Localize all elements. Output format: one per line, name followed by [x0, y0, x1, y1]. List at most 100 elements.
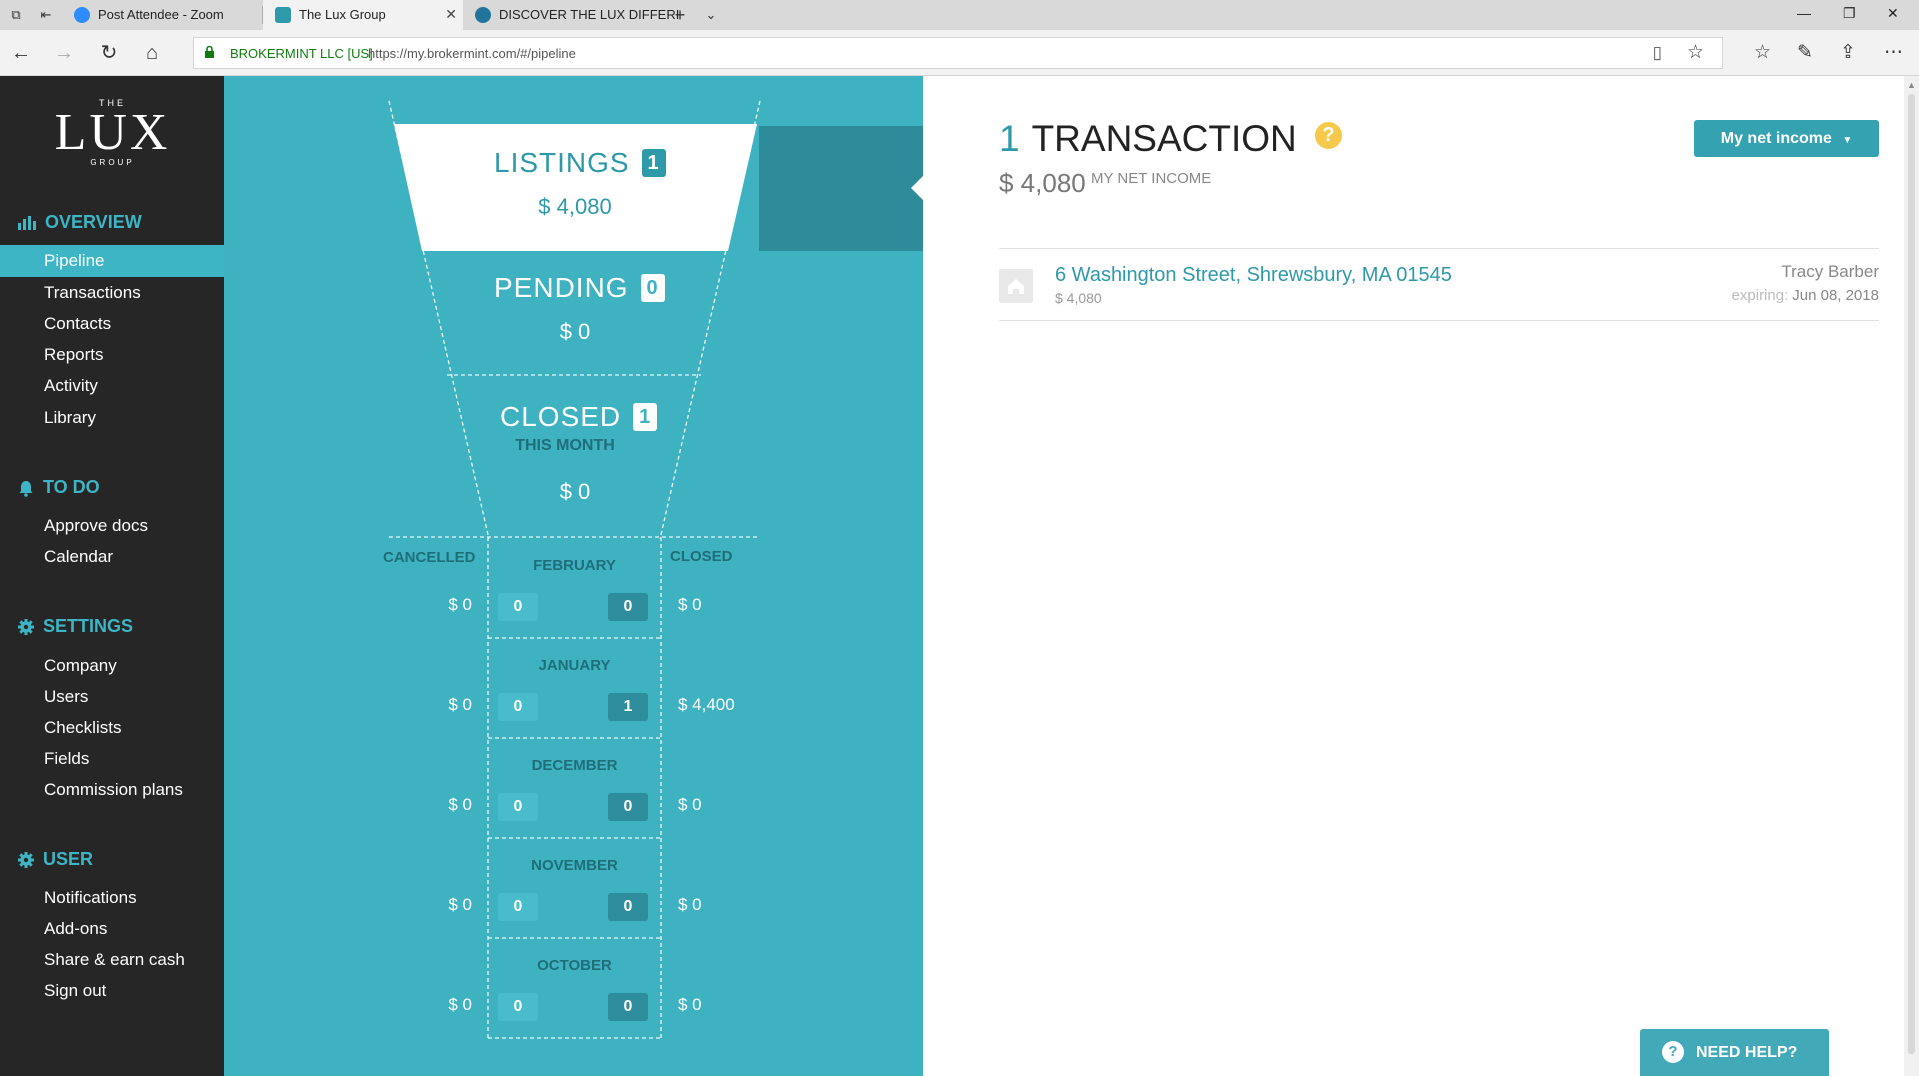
tab-preview-chevron-icon[interactable]: ⌄: [703, 7, 719, 23]
closed-amount: $ 4,400: [678, 695, 735, 714]
sidebar-item-sign-out[interactable]: Sign out: [0, 975, 224, 1007]
cancelled-amount: $ 0: [448, 695, 472, 714]
section-user: USER: [17, 849, 93, 870]
divider: [999, 320, 1879, 321]
pipeline-funnel: LISTINGS 1 $ 4,080 PENDING 0 $ 0 CLOSED …: [224, 76, 923, 1076]
user-gear-icon: [18, 851, 34, 868]
cancelled-count: 0: [498, 593, 538, 621]
sidebar-item-approve-docs[interactable]: Approve docs: [0, 510, 224, 542]
closed-amount: $ 0: [559, 479, 591, 504]
transaction-count: 1: [999, 118, 1020, 159]
pen-notes-icon[interactable]: ✎: [1797, 41, 1813, 64]
transaction-agent: Tracy Barber: [1781, 262, 1879, 281]
close-window-icon[interactable]: ✕: [1887, 5, 1899, 22]
cancelled-column-header: CANCELLED: [383, 549, 476, 566]
scroll-up-icon[interactable]: ▲: [1907, 80, 1916, 90]
tab-lux-group[interactable]: The Lux Group ✕: [263, 0, 463, 30]
minimize-icon[interactable]: —: [1797, 5, 1811, 21]
closed-amount: $ 0: [678, 995, 702, 1014]
pending-stage[interactable]: PENDING 0: [494, 272, 665, 304]
closed-count: 1: [608, 693, 648, 721]
favorite-star-icon[interactable]: ☆: [1687, 41, 1704, 64]
closed-period-label: THIS MONTH: [515, 437, 615, 454]
sidebar-item-activity[interactable]: Activity: [0, 370, 224, 402]
month-label: NOVEMBER: [531, 857, 618, 874]
cancelled-amount: $ 0: [448, 595, 472, 614]
lux-group-logo[interactable]: THE LUX GROUP: [40, 98, 185, 168]
net-income-label: MY NET INCOME: [1091, 170, 1212, 187]
scrollbar-thumb[interactable]: [1908, 94, 1915, 1054]
bar-chart-icon: [18, 215, 36, 230]
caret-down-icon: ▼: [1842, 135, 1853, 146]
month-label: DECEMBER: [531, 757, 618, 774]
transaction-expiring: expiring: Jun 08, 2018: [1731, 287, 1879, 304]
net-income-dropdown-button[interactable]: My net income ▼: [1694, 120, 1879, 157]
tab-zoom[interactable]: Post Attendee - Zoom: [62, 0, 262, 30]
new-tab-icon[interactable]: +: [672, 6, 688, 24]
sidebar-item-transactions[interactable]: Transactions: [0, 277, 224, 309]
transaction-amount: $ 4,080: [1055, 290, 1102, 306]
sidebar-item-checklists[interactable]: Checklists: [0, 712, 224, 744]
wordpress-favicon-icon: [475, 7, 491, 23]
closed-amount: $ 0: [678, 795, 702, 814]
back-icon[interactable]: ←: [9, 41, 33, 65]
cancelled-count: 0: [498, 793, 538, 821]
closed-count: 0: [608, 893, 648, 921]
site-org-name: BROKERMINT LLC [US]: [230, 46, 373, 61]
listings-count-badge: 1: [641, 149, 666, 177]
page-scrollbar[interactable]: ▲: [1904, 76, 1919, 1076]
month-label: OCTOBER: [537, 957, 612, 974]
restore-icon[interactable]: ❐: [1843, 5, 1856, 22]
sidebar-item-fields[interactable]: Fields: [0, 743, 224, 775]
url-field[interactable]: BROKERMINT LLC [US] https://my.brokermin…: [193, 37, 1723, 69]
tab-discover[interactable]: DISCOVER THE LUX DIFFERI: [463, 0, 679, 30]
closed-stage[interactable]: CLOSED 1: [500, 401, 658, 433]
sidebar-item-contacts[interactable]: Contacts: [0, 308, 224, 340]
browser-tab-bar: ⧉ ⇤ Post Attendee - Zoom The Lux Group ✕…: [0, 0, 1919, 30]
pending-amount: $ 0: [559, 319, 591, 344]
cancelled-count: 0: [498, 693, 538, 721]
house-icon: [999, 269, 1033, 303]
section-todo: TO DO: [17, 477, 100, 498]
closed-count: 0: [608, 993, 648, 1021]
closed-column-header: CLOSED: [670, 548, 733, 565]
refresh-icon[interactable]: ↻: [97, 41, 121, 65]
month-label: FEBRUARY: [533, 557, 616, 574]
tab-actions-icon[interactable]: ⧉: [8, 7, 24, 23]
pending-count-badge: 0: [640, 274, 665, 302]
closed-count: 0: [608, 593, 648, 621]
help-circle-icon: ?: [1662, 1041, 1684, 1063]
need-help-button[interactable]: ? NEED HELP?: [1640, 1029, 1829, 1076]
section-settings: SETTINGS: [17, 616, 133, 637]
listings-amount: $ 4,080: [538, 194, 612, 219]
cancelled-amount: $ 0: [448, 995, 472, 1014]
sidebar: THE LUX GROUP OVERVIEW Pipeline Transact…: [0, 76, 224, 1076]
sidebar-item-users[interactable]: Users: [0, 681, 224, 713]
sidebar-item-library[interactable]: Library: [0, 402, 224, 434]
zoom-favicon-icon: [74, 7, 90, 23]
sidebar-item-reports[interactable]: Reports: [0, 339, 224, 371]
url-text: https://my.brokermint.com/#/pipeline: [368, 46, 576, 61]
sidebar-item-add-ons[interactable]: Add-ons: [0, 913, 224, 945]
gear-icon: [18, 618, 34, 635]
home-icon[interactable]: ⌂: [140, 41, 164, 65]
set-aside-tabs-icon[interactable]: ⇤: [38, 7, 54, 23]
sidebar-item-notifications[interactable]: Notifications: [0, 882, 224, 914]
sidebar-item-calendar[interactable]: Calendar: [0, 541, 224, 573]
reading-view-icon[interactable]: ▯: [1653, 43, 1662, 63]
sidebar-item-company[interactable]: Company: [0, 650, 224, 682]
sidebar-item-pipeline[interactable]: Pipeline: [0, 245, 224, 277]
browser-address-bar: ← → ↻ ⌂ BROKERMINT LLC [US] https://my.b…: [0, 30, 1919, 76]
share-icon[interactable]: ⇪: [1840, 41, 1856, 64]
closed-amount: $ 0: [678, 895, 702, 914]
close-tab-icon[interactable]: ✕: [445, 6, 457, 23]
listings-stage[interactable]: LISTINGS 1: [494, 147, 666, 179]
help-question-icon[interactable]: ?: [1315, 122, 1342, 149]
closed-count-badge: 1: [633, 403, 658, 431]
sidebar-item-commission-plans[interactable]: Commission plans: [0, 774, 224, 806]
more-icon[interactable]: ⋯: [1884, 41, 1903, 64]
transaction-address-link[interactable]: 6 Washington Street, Shrewsbury, MA 0154…: [1055, 264, 1452, 287]
sidebar-item-share-earn-cash[interactable]: Share & earn cash: [0, 944, 224, 976]
favorites-hub-icon[interactable]: ☆: [1754, 41, 1771, 64]
forward-icon[interactable]: →: [52, 41, 76, 65]
